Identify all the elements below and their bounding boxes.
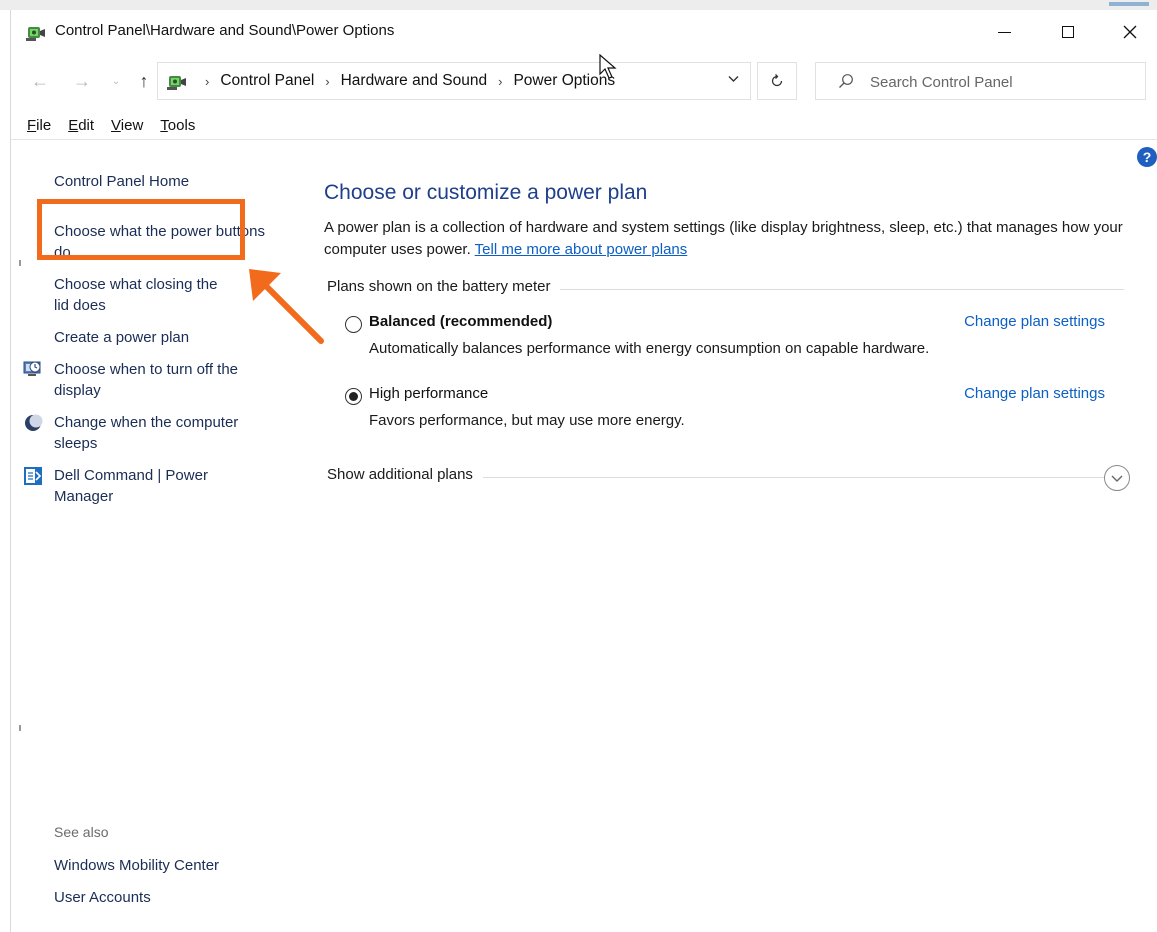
search-input[interactable] bbox=[868, 71, 1138, 93]
power-plans-help-link[interactable]: Tell me more about power plans bbox=[475, 241, 688, 258]
refresh-button[interactable] bbox=[757, 62, 797, 100]
maximize-icon bbox=[1062, 26, 1074, 38]
close-icon bbox=[1123, 25, 1137, 39]
dell-command-power-manager-link[interactable]: Dell Command | Power Manager bbox=[54, 465, 269, 507]
control-panel-window: Control Panel\Hardware and Sound\Power O… bbox=[10, 10, 1157, 932]
chevron-right-icon[interactable]: › bbox=[498, 74, 502, 89]
user-accounts-link[interactable]: User Accounts bbox=[54, 887, 269, 908]
menu-view-label: iew bbox=[120, 117, 144, 134]
window-edge-mark bbox=[19, 260, 21, 266]
chevron-down-icon bbox=[1111, 475, 1123, 482]
menu-edit[interactable]: Edit bbox=[68, 114, 94, 139]
up-button[interactable]: ↑ bbox=[133, 70, 155, 92]
high-performance-plan-description: Favors performance, but may use more ene… bbox=[369, 412, 685, 429]
menu-bar: File Edit View Tools bbox=[11, 114, 1157, 140]
breadcrumb-control-panel[interactable]: Control Panel bbox=[220, 72, 314, 90]
menu-file[interactable]: File bbox=[27, 114, 51, 139]
balanced-radio[interactable] bbox=[345, 316, 362, 333]
window-edge-mark bbox=[19, 725, 21, 731]
power-options-app-icon bbox=[26, 27, 45, 41]
balanced-change-settings-link[interactable]: Change plan settings bbox=[964, 313, 1105, 330]
control-panel-home-link[interactable]: Control Panel Home bbox=[54, 171, 269, 192]
navigation-row: ← → ⌄ ↑ › Control Panel › Hardware and S… bbox=[11, 62, 1157, 100]
monitor-clock-icon bbox=[23, 361, 41, 376]
see-also-label: See also bbox=[54, 824, 109, 840]
breadcrumb-hardware-and-sound[interactable]: Hardware and Sound bbox=[341, 72, 488, 90]
description-text: A power plan is a collection of hardware… bbox=[324, 219, 1123, 258]
window-title: Control Panel\Hardware and Sound\Power O… bbox=[55, 22, 395, 39]
turn-off-display-link[interactable]: Choose when to turn off the display bbox=[54, 359, 269, 401]
left-navigation-pane: Control Panel Home Choose what the power… bbox=[11, 141, 324, 931]
balanced-plan-name[interactable]: Balanced (recommended) bbox=[369, 313, 552, 330]
close-button[interactable] bbox=[1107, 16, 1153, 48]
maximize-button[interactable] bbox=[1045, 16, 1091, 48]
balanced-plan-description: Automatically balances performance with … bbox=[369, 340, 930, 357]
menu-view-accelerator: V bbox=[111, 117, 121, 134]
recent-locations-button[interactable]: ⌄ bbox=[105, 71, 127, 93]
forward-button[interactable]: → bbox=[71, 70, 93, 92]
chevron-right-icon[interactable]: › bbox=[325, 74, 329, 89]
address-dropdown-button[interactable] bbox=[722, 72, 744, 86]
search-icon bbox=[839, 74, 853, 88]
closing-lid-link[interactable]: Choose what closing the lid does bbox=[54, 274, 236, 316]
battery-meter-group-label: Plans shown on the battery meter bbox=[327, 278, 561, 295]
menu-tools[interactable]: Tools bbox=[160, 114, 195, 139]
top-strip bbox=[0, 0, 1157, 10]
minimize-button[interactable] bbox=[981, 16, 1027, 48]
menu-tools-label: ools bbox=[167, 117, 196, 134]
breadcrumb: › Control Panel › Hardware and Sound › P… bbox=[194, 72, 615, 90]
high-performance-change-settings-link[interactable]: Change plan settings bbox=[964, 385, 1105, 402]
computer-sleeps-link[interactable]: Change when the computer sleeps bbox=[54, 412, 269, 454]
menu-view[interactable]: View bbox=[111, 114, 143, 139]
dell-power-manager-icon bbox=[24, 467, 42, 485]
control-panel-icon bbox=[167, 76, 186, 90]
title-bar[interactable]: Control Panel\Hardware and Sound\Power O… bbox=[11, 10, 1157, 54]
search-box[interactable] bbox=[815, 62, 1146, 100]
refresh-icon bbox=[771, 74, 783, 87]
annotation-arrow-icon bbox=[249, 269, 324, 344]
menu-edit-accelerator: E bbox=[68, 117, 79, 134]
high-performance-radio[interactable] bbox=[345, 388, 362, 405]
high-performance-plan-name[interactable]: High performance bbox=[369, 385, 488, 402]
menu-file-accelerator: F bbox=[27, 117, 37, 134]
menu-file-label: ile bbox=[36, 117, 52, 134]
moon-icon bbox=[25, 414, 43, 431]
show-additional-plans-label[interactable]: Show additional plans bbox=[327, 466, 483, 483]
chevron-down-icon bbox=[728, 76, 738, 82]
menu-tools-accelerator: T bbox=[160, 117, 168, 134]
top-strip-accent bbox=[1109, 2, 1149, 6]
mouse-cursor-icon bbox=[599, 54, 617, 79]
address-bar[interactable]: › Control Panel › Hardware and Sound › P… bbox=[157, 62, 751, 100]
expand-plans-button[interactable] bbox=[1104, 465, 1130, 491]
back-button[interactable]: ← bbox=[29, 70, 51, 92]
page-title: Choose or customize a power plan bbox=[324, 181, 648, 204]
annotation-highlight-box bbox=[37, 199, 245, 260]
windows-mobility-center-link[interactable]: Windows Mobility Center bbox=[54, 855, 269, 876]
chevron-right-icon[interactable]: › bbox=[205, 74, 209, 89]
create-power-plan-link[interactable]: Create a power plan bbox=[54, 327, 269, 348]
minimize-icon bbox=[997, 31, 1011, 33]
help-icon[interactable]: ? bbox=[1137, 147, 1157, 167]
page-description: A power plan is a collection of hardware… bbox=[324, 217, 1144, 261]
menu-edit-label: dit bbox=[78, 117, 95, 134]
